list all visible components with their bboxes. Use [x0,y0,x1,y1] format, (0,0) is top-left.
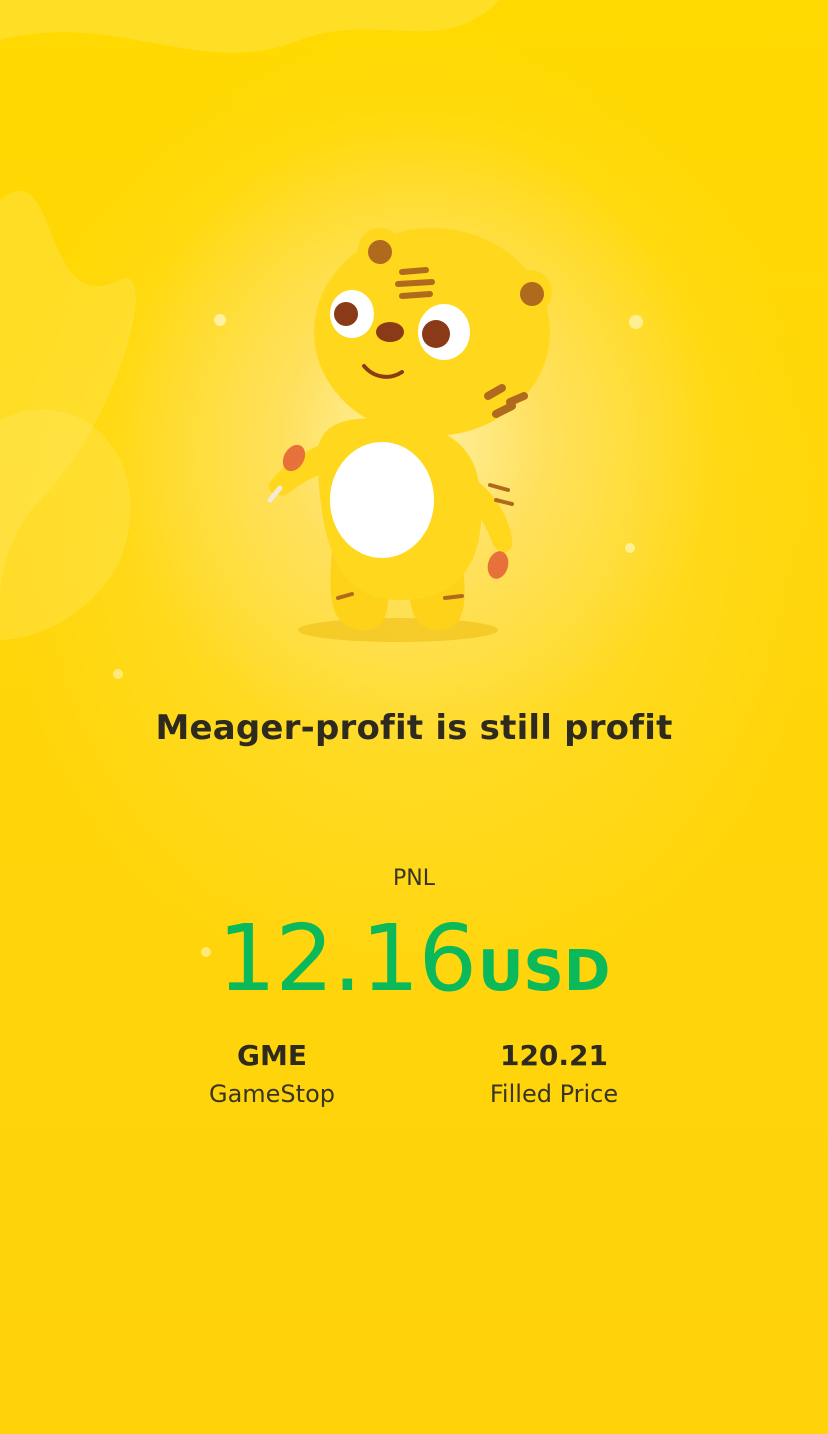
pnl-value: 12.16USD [0,905,828,1012]
filled-price-value: 120.21 [499,1039,609,1072]
pnl-currency: USD [478,939,611,1004]
pnl-amount: 12.16 [217,905,477,1012]
pnl-label: PNL [393,866,435,891]
stock-info: GME GameStop [142,1038,402,1112]
filled-price-label: Filled Price [489,1080,619,1108]
headline-tagline: Meager-profit is still profit [155,708,673,748]
filled-price-info: 120.21 Filled Price [424,1038,684,1112]
stock-symbol: GME [237,1039,307,1072]
stock-name: GameStop [208,1080,335,1108]
tiger-mascot-icon [267,228,552,642]
